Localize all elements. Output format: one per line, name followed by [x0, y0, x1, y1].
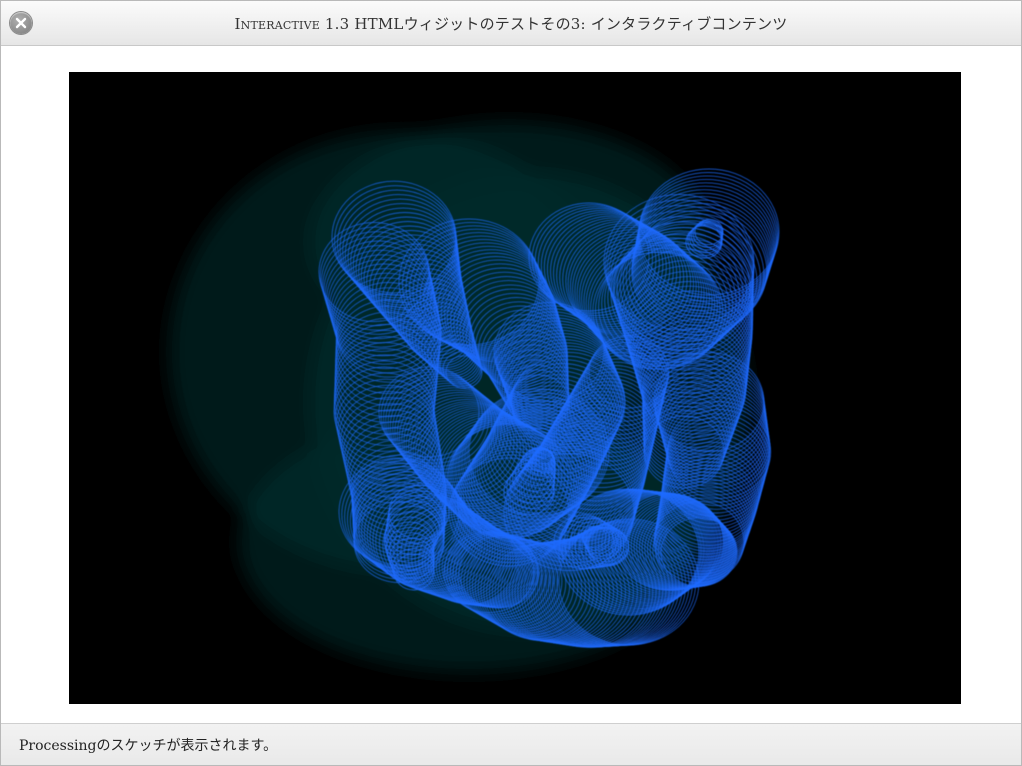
- content-area: [1, 46, 1021, 723]
- title-prefix: Interactive 1.3: [234, 15, 350, 33]
- caption-bar: Processingのスケッチが表示されます。: [1, 723, 1021, 765]
- close-icon: [15, 17, 27, 29]
- spirograph-drawing: [169, 122, 780, 672]
- title-text: HTMLウィジットのテストその3: インタラクティブコンテンツ: [349, 15, 788, 33]
- title-bar: Interactive 1.3 HTMLウィジットのテストその3: インタラクテ…: [1, 1, 1021, 46]
- window-title: Interactive 1.3 HTMLウィジットのテストその3: インタラクテ…: [41, 13, 981, 34]
- caption-text: Processingのスケッチが表示されます。: [19, 738, 278, 754]
- widget-window: Interactive 1.3 HTMLウィジットのテストその3: インタラクテ…: [0, 0, 1022, 766]
- processing-sketch-canvas[interactable]: [69, 72, 961, 704]
- close-button[interactable]: [10, 12, 32, 34]
